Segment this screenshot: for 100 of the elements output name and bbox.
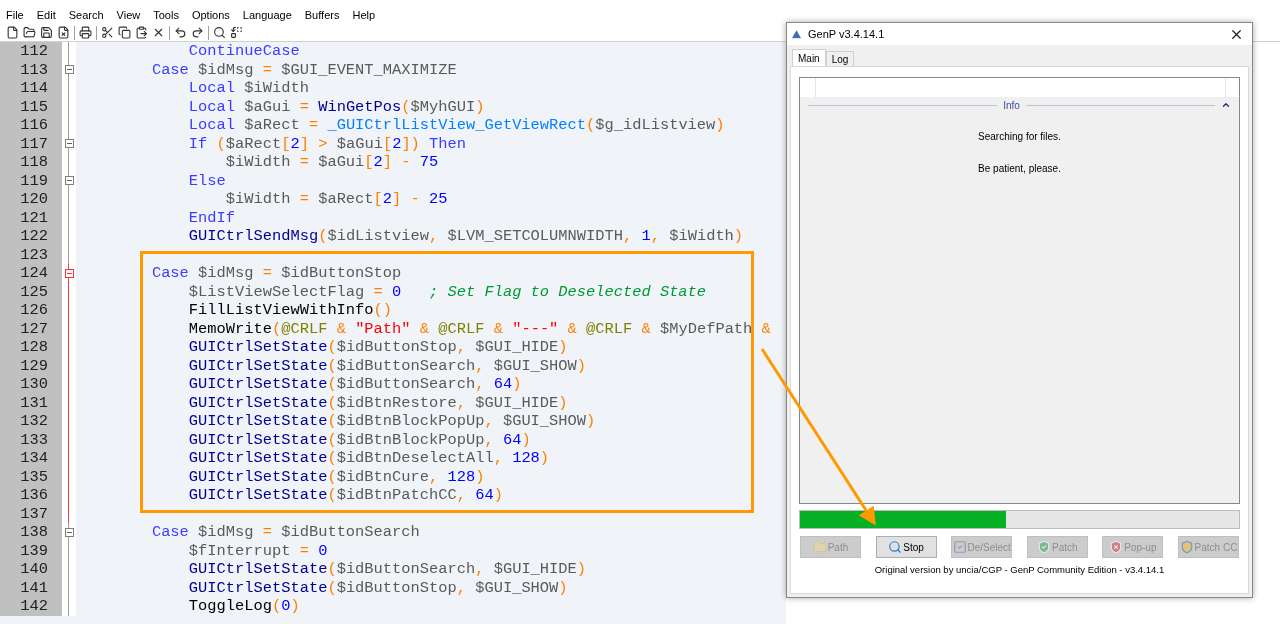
- copy-icon[interactable]: [118, 26, 131, 39]
- scissors-icon[interactable]: [101, 26, 114, 39]
- footer-text: Original version by uncia/CGP - GenP Community Edition - v3.4.14.1: [874, 563, 1165, 578]
- line-number: 131: [20, 393, 48, 412]
- group-heading: Info: [1003, 98, 1020, 113]
- menu-item[interactable]: Buffers: [304, 6, 340, 24]
- redo-icon[interactable]: [191, 26, 204, 39]
- fold-toggle[interactable]: [64, 65, 74, 75]
- line-number: 113: [20, 60, 48, 79]
- info-message: Searching for files.: [978, 130, 1061, 144]
- code-line: Local $aRect = _GUICtrlListView_GetViewRect($g_idListview): [188, 116, 725, 135]
- menu-item[interactable]: Edit: [36, 6, 56, 24]
- line-number: 122: [20, 227, 48, 246]
- line-number: 114: [20, 79, 48, 98]
- code-line: MemoWrite(@CRLF & "Path" & @CRLF & "---" & @CRLF & $MyDefPath &: [188, 319, 771, 338]
- printer-icon[interactable]: [79, 26, 92, 39]
- fold-toggle[interactable]: [64, 176, 74, 186]
- shield-x-icon: [1109, 540, 1124, 554]
- code-line: ContinueCase: [188, 42, 300, 61]
- line-number: 123: [20, 245, 48, 264]
- code-line: Else: [188, 171, 226, 190]
- code-line: ToggleLog(0): [188, 597, 300, 616]
- line-number: 140: [20, 560, 48, 579]
- code-line: GUICtrlSetState($idBtnBlockPopUp, $GUI_SHOW): [188, 412, 596, 431]
- line-number: 129: [20, 356, 48, 375]
- code-line: If ($aRect[2] > $aGui[2]) Then: [188, 134, 467, 153]
- code-line: FillListViewWithInfo(): [188, 301, 393, 320]
- code-line: GUICtrlSetState($idButtonSearch, $GUI_SHOW): [188, 356, 587, 375]
- code-line: Local $iWidth: [188, 79, 309, 98]
- line-number: 128: [20, 338, 48, 357]
- line-number: 134: [20, 449, 48, 468]
- line-number: 121: [20, 208, 48, 227]
- fold-toggle[interactable]: [64, 139, 74, 149]
- line-number: 125: [20, 282, 48, 301]
- line-number: 124: [20, 264, 48, 283]
- code-line: Case $idMsg = $GUI_EVENT_MAXIMIZE: [151, 60, 457, 79]
- line-number: 137: [20, 504, 48, 523]
- code-line: GUICtrlSetState($idButtonStop, $GUI_HIDE): [188, 338, 568, 357]
- code-line: Case $idMsg = $idButtonStop: [151, 264, 402, 283]
- line-number: 135: [20, 467, 48, 486]
- line-number: 138: [20, 523, 48, 542]
- line-number: 136: [20, 486, 48, 505]
- open-folder-icon[interactable]: [23, 26, 36, 39]
- code-line: GUICtrlSetState($idBtnPatchCC, 64): [188, 486, 503, 505]
- line-number: 133: [20, 430, 48, 449]
- code-line: $ListViewSelectFlag = 0 ; Set Flag to Deselected State: [188, 282, 707, 301]
- code-line: GUICtrlSetState($idButtonSearch, $GUI_HIDE): [188, 560, 587, 579]
- undo-icon[interactable]: [174, 26, 187, 39]
- code-line: $iWidth = $aRect[2] - 25: [225, 190, 448, 209]
- code-line: EndIf: [188, 208, 236, 227]
- shield-icon: [1179, 540, 1194, 554]
- close-file-icon[interactable]: [57, 26, 70, 39]
- new-file-icon[interactable]: [6, 26, 19, 39]
- info-message: Be patient, please.: [978, 162, 1061, 176]
- app-icon: [791, 28, 802, 40]
- menu-item[interactable]: File: [6, 6, 24, 24]
- menu-item[interactable]: Tools: [153, 6, 179, 24]
- line-number: 130: [20, 375, 48, 394]
- replace-icon[interactable]: [230, 26, 243, 39]
- paste-icon[interactable]: [135, 26, 148, 39]
- line-number: 142: [20, 597, 48, 616]
- line-number: 118: [20, 153, 48, 172]
- line-number: 126: [20, 301, 48, 320]
- line-number: 120: [20, 190, 48, 209]
- tab[interactable]: Main: [792, 49, 826, 66]
- line-number: 112: [20, 42, 48, 61]
- magnifier-icon: [888, 540, 903, 554]
- menu-item[interactable]: Search: [68, 6, 104, 24]
- code-line: GUICtrlSetState($idBtnDeselectAll, 128): [188, 449, 550, 468]
- fold-toggle[interactable]: [64, 268, 74, 278]
- search-icon[interactable]: [213, 26, 226, 39]
- line-number: 127: [20, 319, 48, 338]
- menu-item[interactable]: Options: [191, 6, 230, 24]
- code-line: GUICtrlSetState($idButtonStop, $GUI_SHOW): [188, 578, 568, 597]
- code-line: Local $aGui = WinGetPos($MyhGUI): [188, 97, 485, 116]
- menu-item[interactable]: View: [116, 6, 141, 24]
- delete-icon[interactable]: [152, 26, 165, 39]
- code-line: GUICtrlSetState($idBtnCure, 128): [188, 467, 485, 486]
- code-line: GUICtrlSetState($idButtonSearch, 64): [188, 375, 522, 394]
- tab[interactable]: Log: [825, 51, 855, 66]
- code-line: $iWidth = $aGui[2] - 75: [225, 153, 439, 172]
- line-number: 116: [20, 116, 48, 135]
- code-line: GUICtrlSetState($idBtnBlockPopUp, 64): [188, 430, 531, 449]
- code-line: GUICtrlSendMsg($idListview, $LVM_SETCOLUMNWIDTH, 1, $iWidth): [188, 227, 744, 246]
- folder-icon: [812, 540, 827, 554]
- collapse-icon[interactable]: [1221, 100, 1231, 110]
- menu-item[interactable]: Help: [352, 6, 376, 24]
- checkbox-icon: [952, 540, 967, 554]
- menu-item[interactable]: Language: [242, 6, 292, 24]
- line-number: 117: [20, 134, 48, 153]
- fold-toggle[interactable]: [64, 527, 74, 537]
- line-number: 115: [20, 97, 48, 116]
- code-line: GUICtrlSetState($idBtnRestore, $GUI_HIDE): [188, 393, 568, 412]
- shield-check-icon: [1037, 540, 1051, 554]
- toolbar-button[interactable]: Stop: [875, 536, 937, 558]
- code-line: $fInterrupt = 0: [188, 541, 328, 560]
- line-number: 139: [20, 541, 48, 560]
- save-icon[interactable]: [40, 26, 53, 39]
- line-number: 132: [20, 412, 48, 431]
- line-number: 119: [20, 171, 48, 190]
